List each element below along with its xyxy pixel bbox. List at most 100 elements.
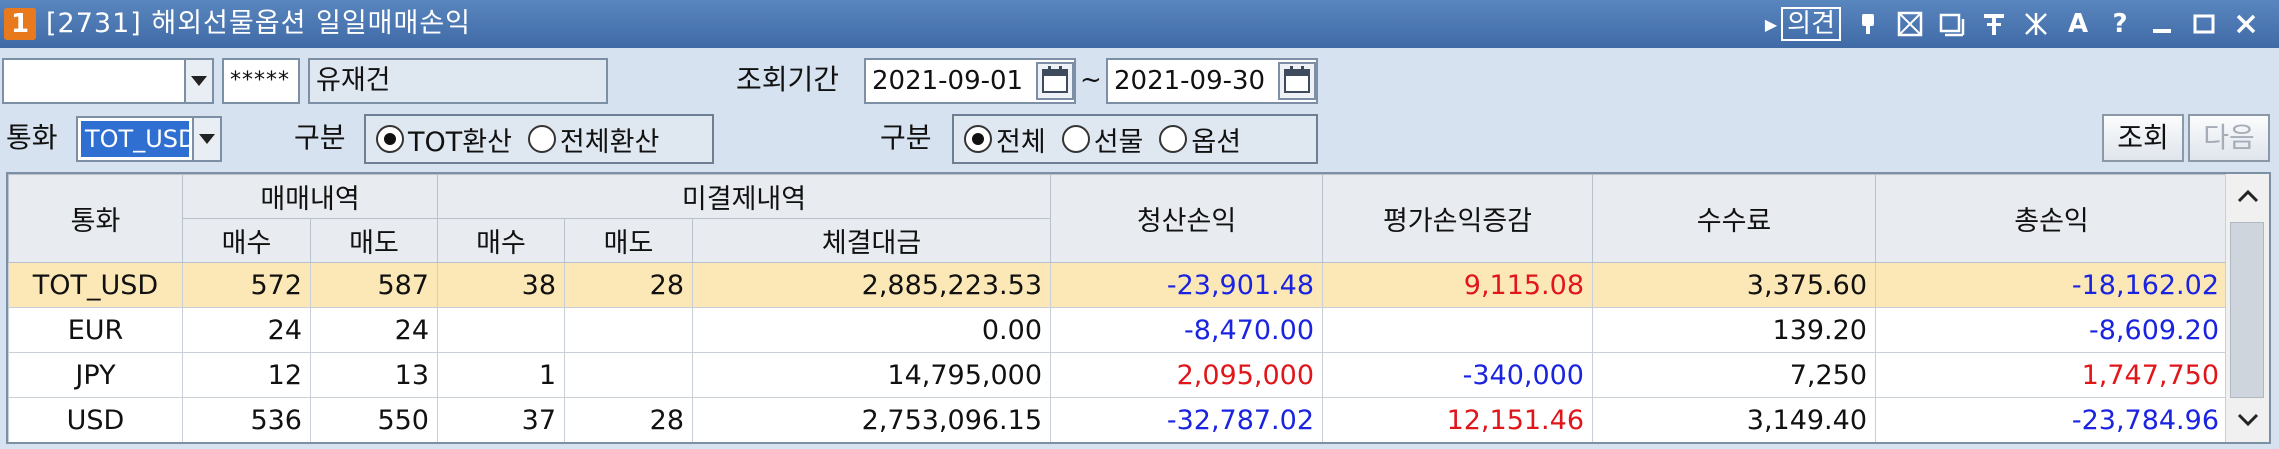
cell-buy: 12 xyxy=(182,352,311,398)
cell-currency: JPY xyxy=(8,352,183,398)
radio-checked-icon xyxy=(376,125,404,153)
header-trade: 매매내역 xyxy=(182,174,438,219)
pl-table: 통화 매매내역 미결제내역 청산손익 평가손익증감 수수료 총손익 매수 매도 … xyxy=(8,174,2228,442)
radio-checked-icon xyxy=(964,125,992,153)
cell-contract-amount: 14,795,000 xyxy=(692,352,1051,398)
cell-open-sell xyxy=(564,307,693,353)
account-number-field[interactable] xyxy=(2,58,186,104)
account-password-field[interactable]: ***** xyxy=(222,58,300,104)
pin-icon[interactable] xyxy=(1853,9,1883,39)
table-row[interactable]: JPY 12 13 1 14,795,000 2,095,000 -340,00… xyxy=(8,352,2228,398)
cell-commission: 3,375.60 xyxy=(1592,262,1876,308)
font-icon[interactable]: A xyxy=(2063,9,2093,39)
radio-label: TOT환산 xyxy=(408,126,512,158)
cell-open-buy: 37 xyxy=(437,397,565,442)
group1-label: 구분 xyxy=(294,121,346,154)
pl-grid: 통화 매매내역 미결제내역 청산손익 평가손익증감 수수료 총손익 매수 매도 … xyxy=(6,172,2271,444)
radio-unchecked-icon xyxy=(1159,125,1188,153)
account-dropdown-button[interactable] xyxy=(184,58,214,104)
table-row[interactable]: TOT_USD 572 587 38 28 2,885,223.53 -23,9… xyxy=(8,262,2228,308)
radio-label: 선물 xyxy=(1093,126,1144,158)
header-open-sell[interactable]: 매도 xyxy=(564,218,693,263)
header-open: 미결제내역 xyxy=(437,174,1051,219)
conversion-option-group: TOT환산 전체환산 xyxy=(364,114,714,164)
table-row[interactable]: EUR 24 24 0.00 -8,470.00 139.20 -8,609.2… xyxy=(8,307,2228,353)
next-button[interactable]: 다음 xyxy=(2188,114,2270,162)
radio-all-conversion[interactable]: 전체환산 xyxy=(527,120,660,159)
cell-realized-pl: -32,787.02 xyxy=(1050,397,1323,442)
cell-contract-amount: 0.00 xyxy=(692,307,1051,353)
header-eval-change[interactable]: 평가손익증감 xyxy=(1322,174,1593,263)
cell-eval-change: 12,151.46 xyxy=(1322,397,1593,442)
currency-select[interactable]: TOT_USD xyxy=(76,116,194,162)
help-icon[interactable]: ? xyxy=(2105,9,2135,39)
header-commission[interactable]: 수수료 xyxy=(1592,174,1876,263)
cell-total-pl: -23,784.96 xyxy=(1875,397,2228,442)
cell-buy: 24 xyxy=(182,307,311,353)
product-type-group: 전체 선물 옵션 xyxy=(952,114,1318,164)
cell-sell: 550 xyxy=(310,397,438,442)
currency-label: 통화 xyxy=(6,121,58,154)
cell-sell: 13 xyxy=(310,352,438,398)
cell-currency: USD xyxy=(8,397,183,442)
vertical-scrollbar[interactable] xyxy=(2225,174,2269,442)
opinion-link[interactable]: ▶ 의견 xyxy=(1765,7,1841,41)
cell-currency: TOT_USD xyxy=(8,262,183,308)
close-icon[interactable] xyxy=(2231,9,2261,39)
header-currency[interactable]: 통화 xyxy=(8,174,183,263)
stick-pin-icon[interactable] xyxy=(1979,9,2009,39)
cell-sell: 24 xyxy=(310,307,438,353)
radio-unchecked-icon xyxy=(527,125,556,153)
title-toolbar: ▶ 의견 A ? xyxy=(1765,0,2261,48)
cell-open-sell: 28 xyxy=(564,397,693,442)
cell-currency: EUR xyxy=(8,307,183,353)
radio-futures[interactable]: 선물 xyxy=(1061,120,1144,159)
header-realized-pl[interactable]: 청산손익 xyxy=(1050,174,1323,263)
query-button[interactable]: 조회 xyxy=(2102,114,2184,162)
calendar-icon[interactable] xyxy=(1036,62,1074,100)
cell-eval-change: 9,115.08 xyxy=(1322,262,1593,308)
radio-label: 전체환산 xyxy=(559,126,660,158)
scroll-down-icon[interactable] xyxy=(2226,398,2269,442)
header-sell[interactable]: 매도 xyxy=(310,218,438,263)
cell-open-sell xyxy=(564,352,693,398)
cell-contract-amount: 2,753,096.15 xyxy=(692,397,1051,442)
cell-open-buy: 38 xyxy=(437,262,565,308)
cell-open-buy xyxy=(437,307,565,353)
scroll-up-icon[interactable] xyxy=(2226,174,2269,218)
maximize-icon[interactable] xyxy=(2189,9,2219,39)
cell-sell: 587 xyxy=(310,262,438,308)
window-icon[interactable] xyxy=(1937,9,1967,39)
cell-realized-pl: 2,095,000 xyxy=(1050,352,1323,398)
radio-options[interactable]: 옵션 xyxy=(1159,120,1241,159)
table-row[interactable]: USD 536 550 37 28 2,753,096.15 -32,787.0… xyxy=(8,397,2228,442)
account-name-field: 유재건 xyxy=(308,58,608,104)
cell-total-pl: -18,162.02 xyxy=(1875,262,2228,308)
radio-tot-conversion[interactable]: TOT환산 xyxy=(376,120,512,159)
scrollbar-thumb[interactable] xyxy=(2230,222,2264,398)
header-contract-amount[interactable]: 체결대금 xyxy=(692,218,1051,263)
radio-label: 전체 xyxy=(996,126,1046,158)
currency-dropdown-button[interactable] xyxy=(192,116,222,162)
cell-commission: 139.20 xyxy=(1592,307,1876,353)
cell-realized-pl: -8,470.00 xyxy=(1050,307,1323,353)
header-total-pl[interactable]: 총손익 xyxy=(1875,174,2228,263)
window-title: [2731] 해외선물옵션 일일매매손익 xyxy=(46,8,472,39)
period-label: 조회기간 xyxy=(736,63,840,96)
cell-commission: 7,250 xyxy=(1592,352,1876,398)
cell-open-sell: 28 xyxy=(564,262,693,308)
grid-icon[interactable] xyxy=(1895,9,1925,39)
radio-label: 옵션 xyxy=(1191,126,1242,158)
calendar-icon[interactable] xyxy=(1278,62,1316,100)
cell-realized-pl: -23,901.48 xyxy=(1050,262,1323,308)
date-separator: ~ xyxy=(1080,65,1102,95)
cell-total-pl: 1,747,750 xyxy=(1875,352,2228,398)
header-buy[interactable]: 매수 xyxy=(182,218,311,263)
title-bar: 1 [2731] 해외선물옵션 일일매매손익 ▶ 의견 A ? xyxy=(0,0,2279,48)
expand-icon[interactable] xyxy=(2021,9,2051,39)
minimize-icon[interactable] xyxy=(2147,9,2177,39)
header-open-buy[interactable]: 매수 xyxy=(437,218,565,263)
screen-number-badge: 1 xyxy=(4,8,36,40)
cell-buy: 572 xyxy=(182,262,311,308)
radio-all[interactable]: 전체 xyxy=(964,120,1046,159)
